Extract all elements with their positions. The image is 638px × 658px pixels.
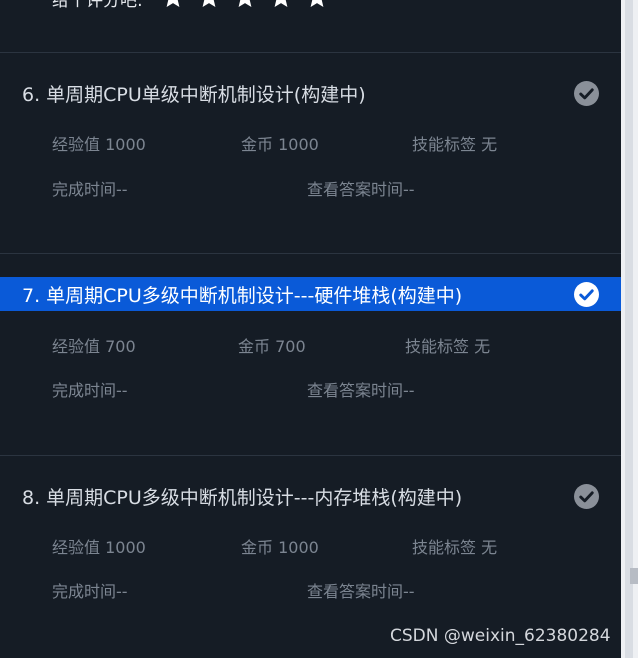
task-title-row[interactable]: 6. 单周期CPU单级中断机制设计(构建中) <box>0 76 621 110</box>
task-exp: 经验值 1000 <box>52 135 146 154</box>
task-exp: 经验值 700 <box>52 337 136 356</box>
task-tags: 技能标签 无 <box>405 337 491 356</box>
task-view-answer-time: 查看答案时间-- <box>307 582 415 601</box>
task-finish-time: 完成时间-- <box>52 381 128 400</box>
check-circle-icon[interactable] <box>574 81 599 106</box>
task-coins: 金币 1000 <box>241 538 319 557</box>
task-title-row-selected[interactable]: 7. 单周期CPU多级中断机制设计---硬件堆栈(构建中) <box>0 277 621 311</box>
task-list-panel: 给个评分吧: 6. 单周期CPU单级中断机制设计(构建中) 经验值 1000 金… <box>0 0 621 658</box>
divider <box>0 455 621 456</box>
scrollbar-thumb[interactable] <box>625 0 633 658</box>
scrollbar-marker <box>630 568 638 584</box>
star-icon[interactable] <box>233 0 257 10</box>
star-icon[interactable] <box>161 0 185 10</box>
task-tags: 技能标签 无 <box>412 135 498 154</box>
task-finish-time: 完成时间-- <box>52 180 128 199</box>
task-title: 6. 单周期CPU单级中断机制设计(构建中) <box>22 83 366 106</box>
rating-label: 给个评分吧: <box>52 0 143 11</box>
star-icon[interactable] <box>305 0 329 10</box>
task-exp: 经验值 1000 <box>52 538 146 557</box>
divider <box>0 253 621 254</box>
task-title: 7. 单周期CPU多级中断机制设计---硬件堆栈(构建中) <box>22 284 463 307</box>
task-coins: 金币 700 <box>238 337 306 356</box>
star-icon[interactable] <box>269 0 293 10</box>
task-tags: 技能标签 无 <box>412 538 498 557</box>
check-circle-icon[interactable] <box>574 484 599 509</box>
task-finish-time: 完成时间-- <box>52 582 128 601</box>
task-coins: 金币 1000 <box>241 135 319 154</box>
rating-row: 给个评分吧: <box>52 0 329 11</box>
check-circle-icon[interactable] <box>574 282 599 307</box>
scrollbar[interactable] <box>621 0 638 658</box>
divider <box>0 52 621 53</box>
task-view-answer-time: 查看答案时间-- <box>307 381 415 400</box>
star-icon[interactable] <box>197 0 221 10</box>
task-title: 8. 单周期CPU多级中断机制设计---内存堆栈(构建中) <box>22 486 463 509</box>
task-title-row[interactable]: 8. 单周期CPU多级中断机制设计---内存堆栈(构建中) <box>0 479 621 513</box>
watermark: CSDN @weixin_62380284 <box>390 626 611 646</box>
task-view-answer-time: 查看答案时间-- <box>307 180 415 199</box>
rating-stars[interactable] <box>161 0 329 10</box>
